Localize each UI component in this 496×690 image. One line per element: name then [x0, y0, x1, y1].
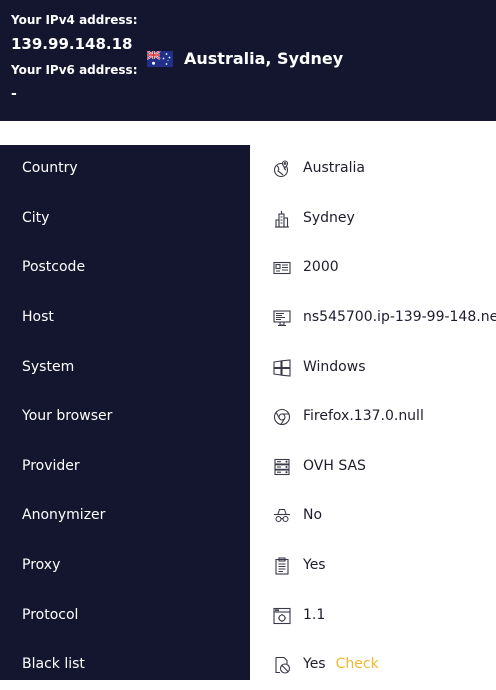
host-value: ns545700.ip-139-99-148.net. — [303, 309, 496, 325]
browser-label: Your browser — [22, 408, 113, 424]
table-row: Protocol 1.1 — [0, 592, 496, 641]
blacklist-label: Black list — [22, 656, 85, 672]
blacklist-value: Yes Check — [303, 656, 379, 672]
postcode-label: Postcode — [22, 259, 86, 275]
table-row: Host ns545700.ip-139-99-148.net. — [0, 294, 496, 343]
provider-value: OVH SAS — [303, 458, 366, 474]
anonymizer-value: No — [303, 507, 323, 523]
table-row: Black list Yes Check — [0, 641, 496, 690]
anonymizer-label: Anonymizer — [22, 507, 106, 523]
country-value: Australia — [303, 160, 365, 176]
browser-icon — [273, 408, 291, 426]
monitor-icon — [273, 309, 291, 327]
postcard-icon — [273, 259, 291, 277]
system-value: Windows — [303, 359, 366, 375]
table-row: Proxy Yes — [0, 542, 496, 591]
clipboard-icon — [273, 557, 291, 575]
protocol-window-icon — [273, 607, 291, 625]
protocol-label: Protocol — [22, 607, 79, 623]
ipv6-label: Your IPv6 address: — [11, 63, 138, 77]
proxy-label: Proxy — [22, 557, 61, 573]
host-label: Host — [22, 309, 54, 325]
proxy-value: Yes — [303, 557, 326, 573]
table-row: Postcode 2000 — [0, 244, 496, 293]
protocol-value: 1.1 — [303, 607, 326, 623]
server-icon — [273, 458, 291, 476]
city-value: Sydney — [303, 210, 355, 226]
ipv4-value: 139.99.148.18 — [11, 35, 133, 53]
spy-icon — [273, 507, 291, 525]
country-label: Country — [22, 160, 78, 176]
table-row: Your browser Firefox.137.0.null — [0, 393, 496, 442]
ip-header: Your IPv4 address: 139.99.148.18 Your IP… — [0, 0, 496, 121]
table-row: Anonymizer No — [0, 492, 496, 541]
check-link[interactable]: Check — [336, 656, 379, 672]
table-row: City Sydney — [0, 195, 496, 244]
ip-info-table: Country Australia City Sydney Postcode 2… — [0, 145, 496, 680]
australia-flag-icon — [147, 51, 173, 67]
provider-label: Provider — [22, 458, 80, 474]
blacklist-status: Yes — [303, 656, 326, 672]
ipv6-value: - — [11, 86, 17, 102]
city-buildings-icon — [273, 210, 291, 228]
city-label: City — [22, 210, 50, 226]
location-label: Australia, Sydney — [184, 49, 344, 68]
ipv4-label: Your IPv4 address: — [11, 13, 138, 27]
browser-value: Firefox.137.0.null — [303, 408, 424, 424]
system-label: System — [22, 359, 75, 375]
table-row: Provider OVH SAS — [0, 443, 496, 492]
postcode-value: 2000 — [303, 259, 339, 275]
globe-pin-icon — [273, 160, 291, 178]
table-row: Country Australia — [0, 145, 496, 194]
blocked-document-icon — [273, 656, 291, 674]
windows-icon — [273, 359, 291, 377]
table-row: System Windows — [0, 344, 496, 393]
